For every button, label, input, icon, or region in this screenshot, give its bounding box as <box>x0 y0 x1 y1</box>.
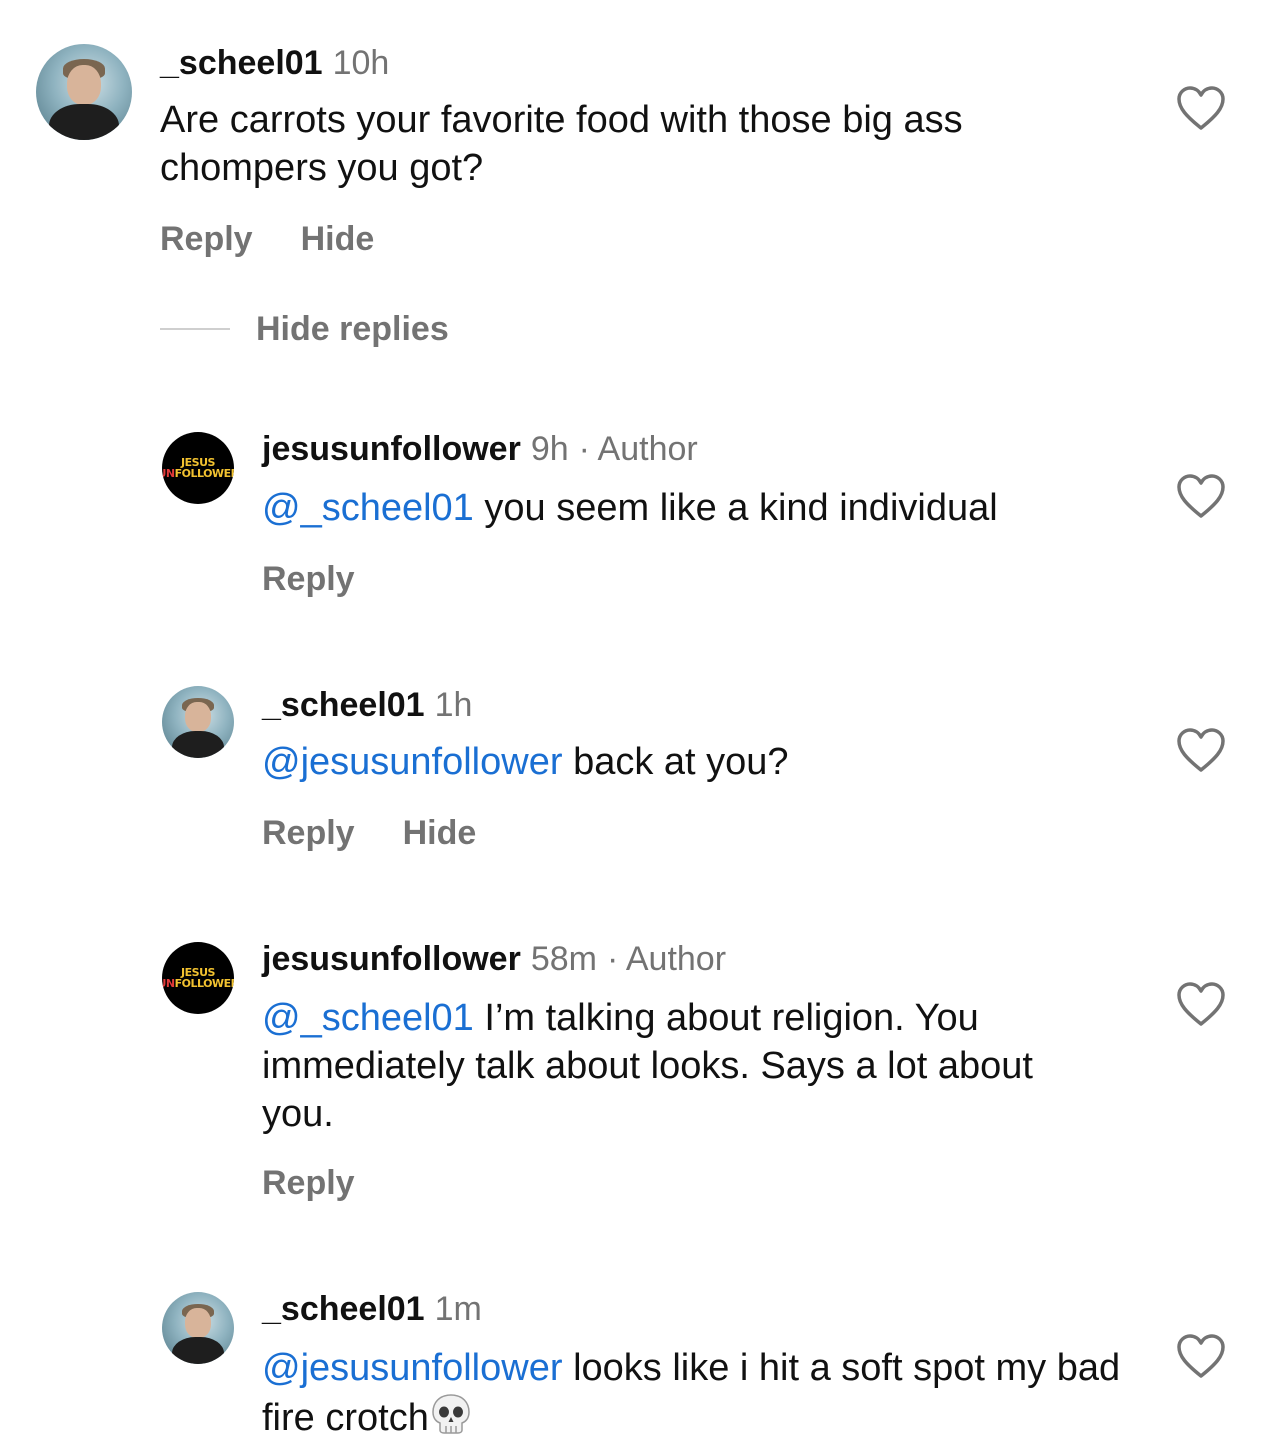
comment-actions: Reply <box>262 1164 403 1203</box>
author-badge: · Author <box>578 430 698 468</box>
comment-body: back at you? <box>573 741 789 783</box>
author-badge: · Author <box>606 940 727 978</box>
hide-button[interactable]: Hide <box>301 220 375 258</box>
reply-button[interactable]: Reply <box>160 220 253 258</box>
hide-replies-button[interactable]: Hide replies <box>256 310 449 349</box>
heart-icon[interactable] <box>1176 982 1226 1028</box>
avatar[interactable]: JESUS UNFOLLOWER <box>162 432 234 504</box>
hide-button[interactable]: Hide <box>403 814 477 852</box>
comment-body: you seem like a kind individual <box>484 487 998 529</box>
logo-text: UNFOLLOWER <box>162 976 234 990</box>
comment-header: jesusunfollower 58m · Author <box>262 940 726 979</box>
comment-header: _scheel01 10h <box>160 44 389 83</box>
timestamp: 10h <box>332 44 390 82</box>
username[interactable]: _scheel01 <box>262 686 425 724</box>
comment-actions: Reply Hide <box>262 814 524 853</box>
replies-divider <box>160 328 230 330</box>
timestamp: 58m <box>530 940 597 978</box>
username[interactable]: jesusunfollower <box>262 430 521 468</box>
timestamp: 9h <box>530 430 569 468</box>
comment-header: jesusunfollower 9h · Author <box>262 430 698 469</box>
timestamp: 1h <box>434 686 473 724</box>
reply-button[interactable]: Reply <box>262 1164 355 1202</box>
comment-actions: Reply <box>262 560 403 599</box>
username[interactable]: _scheel01 <box>160 44 323 82</box>
comment-text: @jesusunfollower looks like i hit a soft… <box>262 1344 1132 1442</box>
heart-icon[interactable] <box>1176 1334 1226 1380</box>
avatar[interactable] <box>162 686 234 758</box>
timestamp: 1m <box>434 1290 482 1328</box>
username[interactable]: jesusunfollower <box>262 940 521 978</box>
mention-link[interactable]: @jesusunfollower <box>262 741 563 783</box>
avatar[interactable]: JESUS UNFOLLOWER <box>162 942 234 1014</box>
comment-header: _scheel01 1m <box>262 1290 482 1329</box>
mention-link[interactable]: @_scheel01 <box>262 487 474 529</box>
heart-icon[interactable] <box>1176 474 1226 520</box>
avatar[interactable] <box>162 1292 234 1364</box>
mention-link[interactable]: @jesusunfollower <box>262 1347 563 1389</box>
comment-text: @_scheel01 I’m talking about religion. Y… <box>262 994 1102 1138</box>
mention-link[interactable]: @_scheel01 <box>262 997 474 1039</box>
comment-body: Are carrots your favorite food with thos… <box>160 99 963 189</box>
heart-icon[interactable] <box>1176 86 1226 132</box>
avatar[interactable] <box>36 44 132 140</box>
reply-button[interactable]: Reply <box>262 814 355 852</box>
comment-text: Are carrots your favorite food with thos… <box>160 96 1120 192</box>
logo-text: UNFOLLOWER <box>162 466 234 480</box>
comment-text: @_scheel01 you seem like a kind individu… <box>262 484 1222 532</box>
comment-header: _scheel01 1h <box>262 686 472 725</box>
skull-emoji-icon <box>432 1394 470 1434</box>
comment-text: @jesusunfollower back at you? <box>262 738 1222 786</box>
username[interactable]: _scheel01 <box>262 1290 425 1328</box>
reply-button[interactable]: Reply <box>262 560 355 598</box>
heart-icon[interactable] <box>1176 728 1226 774</box>
comment-actions: Reply Hide <box>160 220 422 259</box>
